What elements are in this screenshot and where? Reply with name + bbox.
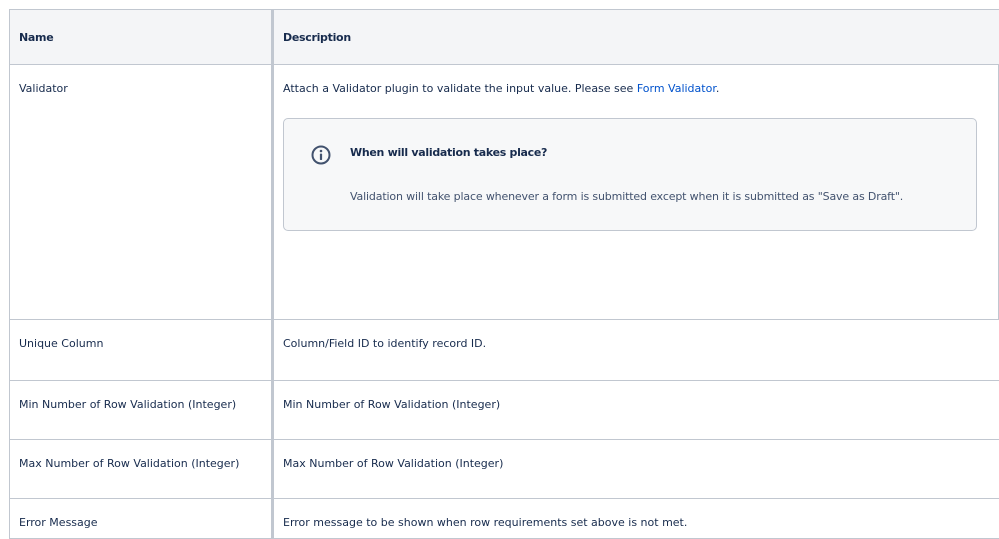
row-name-cell: Validator (10, 65, 273, 320)
row-name-cell: Error Message (10, 499, 273, 539)
row-description-cell: Column/Field ID to identify record ID. (273, 320, 999, 381)
table-row: Error Message Error message to be shown … (10, 499, 999, 539)
table-row: Validator Attach a Validator plugin to v… (10, 65, 999, 320)
row-name: Max Number of Row Validation (Integer) (19, 440, 262, 472)
table-row: Unique Column Column/Field ID to identif… (10, 320, 999, 381)
info-panel-title: When will validation takes place? (350, 146, 547, 159)
row-description-cell: Min Number of Row Validation (Integer) (273, 381, 999, 440)
row-description-cell: Max Number of Row Validation (Integer) (273, 440, 999, 499)
parameters-table: Name Description Validator Attach a Vali… (9, 9, 999, 539)
header-name: Name (10, 10, 273, 65)
row-name-cell: Min Number of Row Validation (Integer) (10, 381, 273, 440)
table-header-row: Name Description (10, 10, 999, 65)
row-description: Attach a Validator plugin to validate th… (283, 65, 989, 97)
row-description: Error message to be shown when row requi… (283, 499, 990, 531)
row-name: Error Message (19, 499, 262, 531)
info-panel-body: Validation will take place whenever a fo… (350, 190, 903, 203)
description-text: Attach a Validator plugin to validate th… (283, 82, 637, 95)
row-name: Unique Column (19, 320, 262, 352)
row-name-cell: Unique Column (10, 320, 273, 381)
row-description: Max Number of Row Validation (Integer) (283, 440, 990, 472)
table-row: Max Number of Row Validation (Integer) M… (10, 440, 999, 499)
header-description: Description (273, 10, 999, 65)
info-panel: When will validation takes place? Valida… (283, 118, 977, 231)
row-name-cell: Max Number of Row Validation (Integer) (10, 440, 273, 499)
row-description-cell: Error message to be shown when row requi… (273, 499, 999, 539)
row-name: Min Number of Row Validation (Integer) (19, 381, 262, 413)
table-row: Min Number of Row Validation (Integer) M… (10, 381, 999, 440)
info-icon (311, 145, 331, 165)
row-description-cell: Attach a Validator plugin to validate th… (273, 65, 999, 320)
form-validator-link[interactable]: Form Validator (637, 82, 716, 95)
description-suffix: . (716, 82, 720, 95)
row-description: Min Number of Row Validation (Integer) (283, 381, 990, 413)
row-description: Column/Field ID to identify record ID. (283, 320, 990, 352)
row-name: Validator (19, 65, 262, 97)
